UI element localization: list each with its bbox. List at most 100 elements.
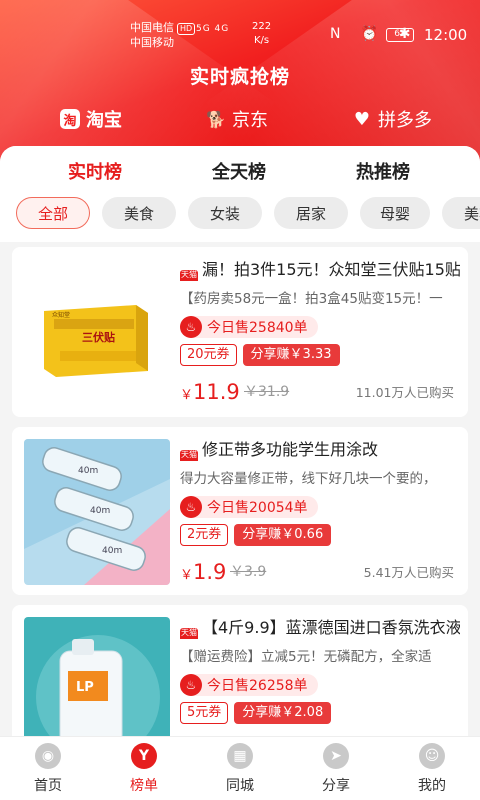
tmall-badge: 天猫 — [180, 628, 198, 639]
local-icon: ▦ — [227, 743, 253, 769]
platform-label: 拼多多 — [378, 110, 432, 131]
product-desc: 【药房卖58元一盒！拍3盒45贴变15元！一 — [180, 291, 443, 307]
box-brand: 众知堂 — [52, 311, 70, 319]
share-earn-button[interactable]: 分享赚￥2.08 — [234, 702, 332, 724]
platform-tab-taobao[interactable]: 淘 淘宝 — [60, 104, 122, 134]
product-title-text: 漏！拍3件15元！众知堂三伏贴15贴 — [202, 260, 460, 279]
original-price: ￥31.9 — [244, 384, 290, 400]
category-baby[interactable]: 母婴 — [360, 197, 430, 229]
product-title: 天猫 修正带多功能学生用涂改 — [180, 439, 460, 461]
price-row: ￥1.9 ￥3.9 5.41万人已购买 — [180, 558, 460, 584]
tmall-badge: 天猫 — [180, 270, 198, 281]
share-earn-button[interactable]: 分享赚￥3.33 — [242, 344, 340, 366]
category-food[interactable]: 美食 — [102, 197, 176, 229]
sales-badge: ♨ 今日售20054单 — [180, 496, 318, 518]
product-title-text: 【4斤9.9】蓝漂德国进口香氛洗衣液 — [202, 618, 460, 637]
bottom-nav: ◉ 首页 Y 榜单 ▦ 同城 ➤ 分享 ☺ 我的 — [0, 736, 480, 800]
net-speed: 222 K/s — [252, 20, 271, 48]
sales-badge: ♨ 今日售25840单 — [180, 316, 318, 338]
nav-label: 我的 — [418, 778, 446, 794]
profile-icon: ☺ — [419, 743, 445, 769]
coupon-badge[interactable]: 5元券 — [180, 702, 229, 724]
carrier-2: 中国移动 — [130, 36, 174, 49]
fire-icon: ♨ — [180, 674, 202, 696]
tape-label: 40m — [78, 466, 98, 476]
pdd-heart-icon: ♥ — [353, 108, 371, 130]
main-panel: 实时榜 全天榜 热推榜 全部 美食 女装 居家 母婴 美妆 三伏贴 众知堂 天猫… — [0, 146, 480, 759]
rank-tabs: 实时榜 全天榜 热推榜 — [0, 146, 480, 192]
nav-ranking[interactable]: Y 榜单 — [96, 743, 192, 795]
nav-home[interactable]: ◉ 首页 — [0, 743, 96, 795]
nav-label: 同城 — [226, 778, 254, 794]
category-all[interactable]: 全部 — [16, 197, 90, 229]
product-title-text: 修正带多功能学生用涂改 — [202, 440, 379, 459]
nav-local[interactable]: ▦ 同城 — [192, 743, 288, 795]
battery-icon: 62 — [386, 28, 414, 42]
coupon-badge[interactable]: 2元券 — [180, 524, 229, 546]
signal-icon: 5G 4G — [196, 24, 230, 34]
sales-text: 今日售25840单 — [207, 320, 308, 336]
product-info: 天猫 漏！拍3件15元！众知堂三伏贴15贴 【药房卖58元一盒！拍3盒45贴变15… — [180, 259, 460, 404]
price: ￥11.9 — [180, 380, 240, 404]
category-women[interactable]: 女装 — [188, 197, 262, 229]
jd-dog-icon: 🐕 — [206, 109, 226, 129]
price: ￥1.9 — [180, 560, 226, 584]
product-title: 天猫 漏！拍3件15元！众知堂三伏贴15贴 — [180, 259, 460, 281]
nav-label: 首页 — [34, 778, 62, 794]
header-banner: 中国电信 HD 中国移动 5G 4G 222 K/s N ⏰ ✱ 62 12:00… — [0, 0, 480, 165]
platform-tab-pdd[interactable]: ♥ 拼多多 — [352, 104, 432, 134]
net-speed-value: 222 — [252, 21, 272, 32]
price-value: 11.9 — [193, 380, 240, 404]
tab-allday[interactable]: 全天榜 — [212, 158, 266, 184]
tab-realtime[interactable]: 实时榜 — [68, 158, 122, 184]
platform-tab-jd[interactable]: 🐕 京东 — [206, 104, 268, 134]
clock: 12:00 — [424, 26, 468, 44]
bottle-label: LP — [76, 680, 94, 695]
product-image: 40m 40m 40m — [24, 439, 170, 585]
product-card[interactable]: 40m 40m 40m 天猫 修正带多功能学生用涂改 得力大容量修正带，线下好几块… — [12, 427, 468, 595]
status-bar: 中国电信 HD 中国移动 5G 4G 222 K/s N ⏰ ✱ 62 12:00 — [0, 20, 480, 56]
home-icon: ◉ — [35, 743, 61, 769]
category-home[interactable]: 居家 — [274, 197, 348, 229]
share-earn-button[interactable]: 分享赚￥0.66 — [234, 524, 332, 546]
promo-chips: 5元券 分享赚￥2.08 — [180, 702, 460, 724]
product-card[interactable]: 三伏贴 众知堂 天猫 漏！拍3件15元！众知堂三伏贴15贴 【药房卖58元一盒！拍… — [12, 247, 468, 417]
promo-chips: 2元券 分享赚￥0.66 — [180, 524, 460, 546]
hd-badge: HD — [177, 23, 196, 35]
net-speed-unit: K/s — [253, 35, 270, 46]
product-info: 天猫 修正带多功能学生用涂改 得力大容量修正带，线下好几块一个要的， ♨ 今日售20… — [180, 439, 460, 584]
sales-text: 今日售20054单 — [207, 500, 308, 516]
tape-label: 40m — [102, 546, 122, 556]
fire-icon: ♨ — [180, 316, 202, 338]
ranking-icon: Y — [131, 743, 157, 769]
currency-symbol: ￥ — [180, 568, 194, 583]
platform-label: 京东 — [232, 110, 268, 131]
share-icon: ➤ — [323, 743, 349, 769]
sales-text: 今日售26258单 — [207, 678, 308, 694]
box-text: 三伏贴 — [82, 330, 115, 344]
nav-label: 分享 — [322, 778, 350, 794]
product-card[interactable]: LP 天猫 【4斤9.9】蓝漂德国进口香氛洗衣液 【赠运费险】立减5元！无磷配方，… — [12, 605, 468, 759]
category-beauty[interactable]: 美妆 — [442, 197, 480, 229]
original-price: ￥3.9 — [230, 564, 267, 580]
nav-share[interactable]: ➤ 分享 — [288, 743, 384, 795]
sales-badge: ♨ 今日售26258单 — [180, 674, 318, 696]
promo-chips: 20元券 分享赚￥3.33 — [180, 344, 460, 366]
purchase-count: 11.01万人已购买 — [355, 385, 454, 400]
product-title: 天猫 【4斤9.9】蓝漂德国进口香氛洗衣液 — [180, 617, 460, 639]
tmall-badge: 天猫 — [180, 450, 198, 461]
price-row: ￥11.9 ￥31.9 11.01万人已购买 — [180, 378, 460, 404]
product-desc: 得力大容量修正带，线下好几块一个要的， — [180, 471, 437, 487]
carrier-1: 中国电信 — [130, 21, 174, 34]
currency-symbol: ￥ — [180, 388, 194, 403]
product-info: 天猫 【4斤9.9】蓝漂德国进口香氛洗衣液 【赠运费险】立减5元！无磷配方，全家适… — [180, 617, 460, 724]
category-bar: 全部 美食 女装 居家 母婴 美妆 — [0, 192, 480, 242]
page-title: 实时疯抢榜 — [189, 66, 290, 88]
coupon-badge[interactable]: 20元券 — [180, 344, 237, 366]
nav-profile[interactable]: ☺ 我的 — [384, 743, 480, 795]
tab-hot[interactable]: 热推榜 — [356, 158, 410, 184]
platform-label: 淘宝 — [86, 110, 122, 131]
product-image: 三伏贴 众知堂 — [24, 259, 170, 405]
platform-tabs: 淘 淘宝 🐕 京东 ♥ 拼多多 — [0, 104, 480, 134]
product-desc: 【赠运费险】立减5元！无磷配方，全家适 — [180, 649, 432, 665]
